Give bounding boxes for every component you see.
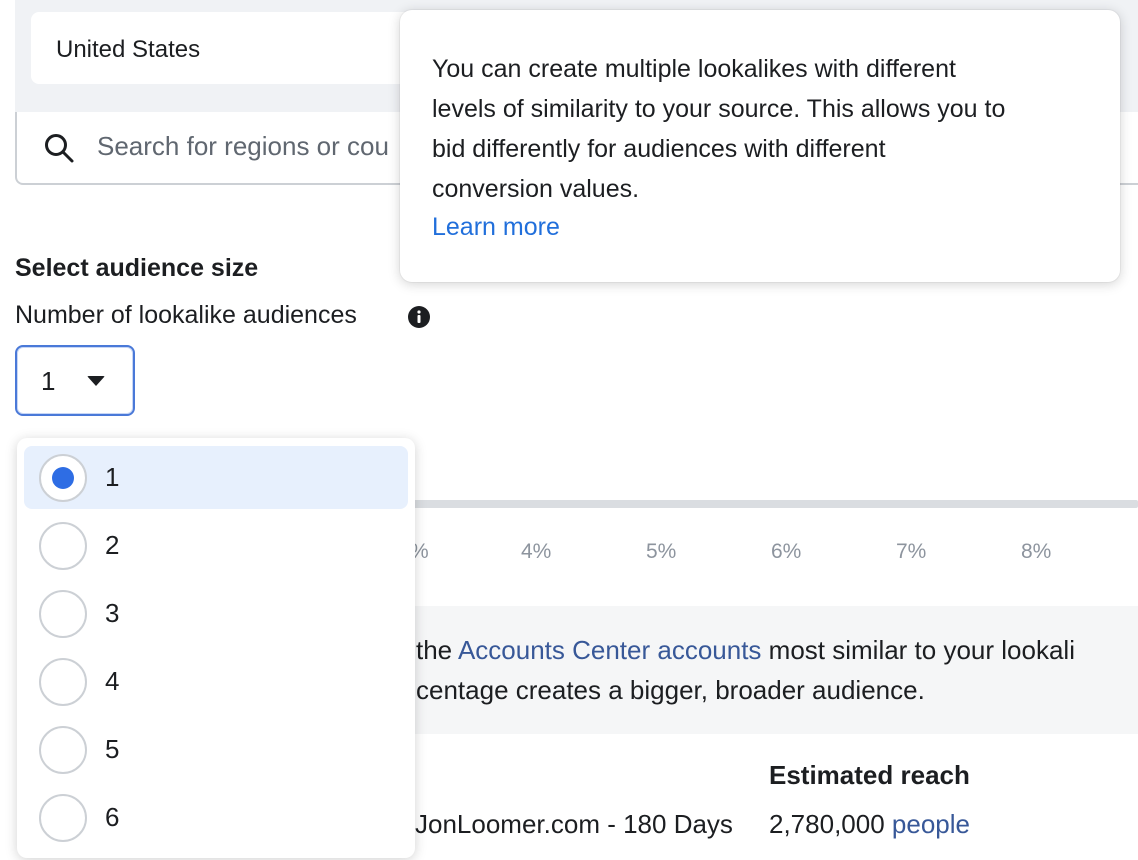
description-text: most similar to your lookali — [761, 635, 1075, 665]
audience-description: the Accounts Center accounts most simila… — [410, 606, 1138, 734]
slider-tick: 5% — [646, 540, 677, 563]
slider-tick: 6% — [771, 540, 802, 563]
radio-icon — [39, 726, 87, 774]
estimated-reach-heading: Estimated reach — [769, 760, 970, 790]
option-3[interactable]: 3 — [24, 582, 408, 645]
section-title: Select audience size — [15, 254, 259, 282]
option-label: 1 — [105, 462, 120, 492]
slider-tick: 4% — [521, 540, 552, 563]
radio-icon — [39, 590, 87, 638]
source-audience-name: JonLoomer.com - 180 Days — [415, 809, 733, 839]
radio-icon — [39, 522, 87, 570]
caret-down-icon — [87, 376, 105, 386]
description-text: the — [416, 635, 458, 665]
people-link[interactable]: people — [892, 809, 970, 839]
audience-size-slider[interactable] — [410, 500, 1138, 508]
selected-location-chip[interactable]: United States — [31, 12, 451, 84]
option-5[interactable]: 5 — [24, 718, 408, 781]
option-6[interactable]: 6 — [24, 786, 408, 849]
option-label: 4 — [105, 666, 120, 696]
lookalike-count-select[interactable]: 1 — [15, 345, 135, 416]
slider-tick: 7% — [896, 540, 927, 563]
option-4[interactable]: 4 — [24, 650, 408, 713]
option-label: 6 — [105, 802, 120, 832]
lookalike-count-value: 1 — [41, 366, 56, 396]
accounts-center-link[interactable]: Accounts Center accounts — [458, 635, 762, 665]
selected-location-label: United States — [56, 36, 201, 63]
radio-icon — [39, 658, 87, 706]
option-1[interactable]: 1 — [24, 446, 408, 509]
slider-tick: 8% — [1021, 540, 1052, 563]
learn-more-link[interactable]: Learn more — [432, 213, 560, 242]
reach-number: 2,780,000 — [769, 809, 885, 839]
option-label: 3 — [105, 598, 120, 628]
tooltip-text: You can create multiple lookalikes with … — [432, 55, 956, 83]
info-tooltip: You can create multiple lookalikes with … — [400, 10, 1120, 282]
tooltip-text: levels of similarity to your source. Thi… — [432, 95, 1006, 123]
description-line-2: centage creates a bigger, broader audien… — [416, 675, 925, 705]
tooltip-text: conversion values. — [432, 175, 640, 203]
tooltip-text: bid differently for audiences with diffe… — [432, 135, 886, 163]
radio-icon — [39, 794, 87, 842]
estimated-reach-value: 2,780,000 people — [769, 809, 970, 840]
info-icon[interactable] — [407, 305, 431, 329]
radio-selected-icon — [39, 454, 87, 502]
option-2[interactable]: 2 — [24, 514, 408, 577]
lookalike-count-label: Number of lookalike audiences — [15, 301, 357, 329]
option-label: 5 — [105, 734, 120, 764]
description-line-1: the Accounts Center accounts most simila… — [416, 635, 1075, 666]
lookalike-count-dropdown: 1 2 3 4 5 6 — [17, 438, 415, 858]
search-icon — [45, 134, 74, 163]
option-label: 2 — [105, 530, 120, 560]
search-placeholder: Search for regions or cou — [97, 131, 389, 161]
